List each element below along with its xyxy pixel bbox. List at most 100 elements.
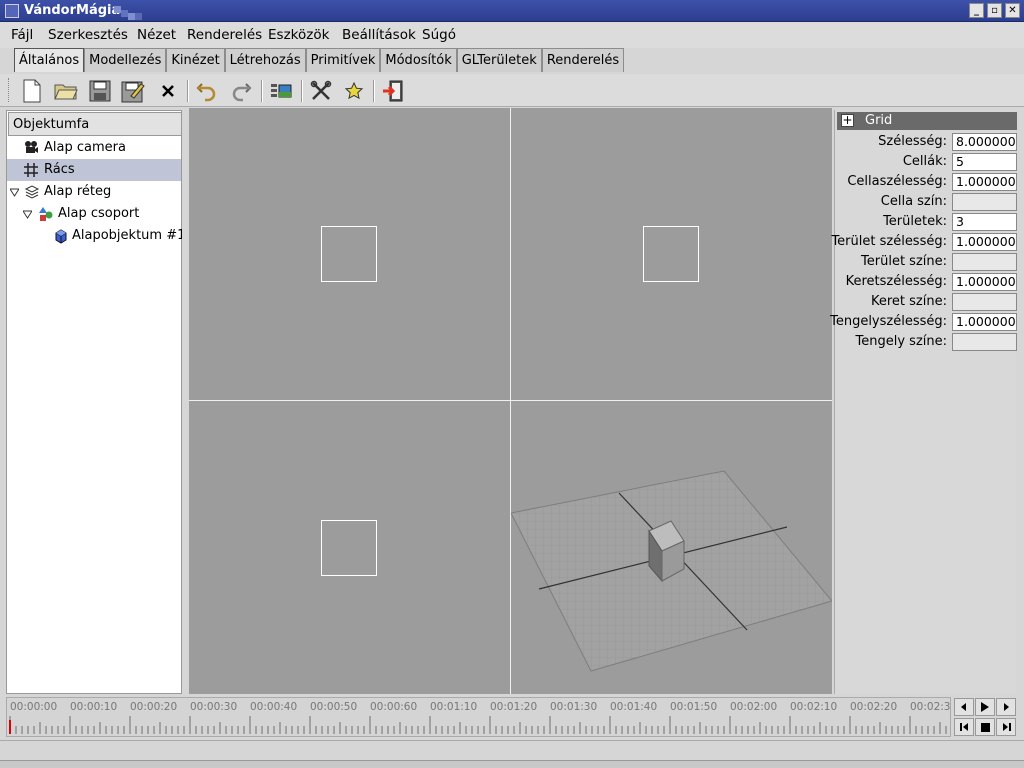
tab-general[interactable]: Általános bbox=[14, 48, 85, 72]
go-to-start-button[interactable] bbox=[954, 718, 974, 736]
skip-end-icon bbox=[1002, 723, 1011, 731]
save-as-icon bbox=[121, 81, 145, 103]
property-value[interactable]: 1.000000 bbox=[952, 173, 1017, 191]
toolbar-grip[interactable] bbox=[8, 78, 12, 102]
maximize-button[interactable]: ▫ bbox=[987, 3, 1002, 18]
save-button[interactable] bbox=[87, 78, 113, 104]
skip-start-icon bbox=[959, 723, 968, 731]
redo-button[interactable] bbox=[228, 78, 254, 104]
object-tree-panel: Objektumfa Alap camera Rács Alap réteg A… bbox=[6, 110, 185, 694]
save-icon bbox=[89, 80, 111, 102]
property-value[interactable]: 3 bbox=[952, 213, 1017, 231]
property-cell-color: Cella szín: bbox=[837, 192, 1017, 212]
timeline-playhead[interactable] bbox=[9, 720, 11, 734]
play-icon bbox=[981, 702, 989, 712]
close-button[interactable]: ✕ bbox=[1005, 3, 1020, 18]
property-label: Terület szélesség: bbox=[831, 234, 947, 249]
timeline[interactable]: 00:00:00 00:00:10 00:00:20 00:00:30 00:0… bbox=[6, 697, 951, 737]
star-icon bbox=[345, 82, 363, 100]
tab-rendering[interactable]: Renderelés bbox=[541, 48, 625, 72]
property-value[interactable]: 1.000000 bbox=[952, 313, 1017, 331]
tree-item-label: Alap csoport bbox=[58, 206, 140, 221]
property-axis-color: Tengely színe: bbox=[837, 332, 1017, 352]
go-to-end-button[interactable] bbox=[996, 718, 1016, 736]
stop-button[interactable] bbox=[975, 718, 995, 736]
title-bar: VándorMágia _ ▫ ✕ bbox=[0, 0, 1024, 22]
tab-create[interactable]: Létrehozás bbox=[224, 48, 306, 72]
stop-icon bbox=[980, 722, 990, 732]
open-button[interactable] bbox=[53, 78, 79, 104]
menu-tools[interactable]: Eszközök bbox=[268, 27, 329, 43]
step-forward-button[interactable] bbox=[996, 698, 1016, 716]
timeline-label: 00:02:30 bbox=[910, 701, 951, 713]
render-preview-button[interactable] bbox=[268, 78, 294, 104]
menu-edit[interactable]: Szerkesztés bbox=[48, 27, 128, 43]
timeline-label: 00:01:40 bbox=[610, 701, 658, 713]
color-swatch[interactable] bbox=[952, 253, 1017, 271]
timeline-label: 00:00:60 bbox=[370, 701, 418, 713]
property-value[interactable]: 8.000000 bbox=[952, 133, 1017, 151]
step-forward-icon bbox=[1004, 703, 1009, 711]
menu-render[interactable]: Renderelés bbox=[187, 27, 262, 43]
tab-appearance[interactable]: Kinézet bbox=[166, 48, 225, 72]
menu-view[interactable]: Nézet bbox=[137, 27, 176, 43]
property-label: Cellaszélesség: bbox=[847, 174, 947, 189]
property-border-color: Keret színe: bbox=[837, 292, 1017, 312]
property-cells: Cellák: 5 bbox=[837, 152, 1017, 172]
open-folder-icon bbox=[54, 84, 78, 100]
property-value[interactable]: 1.000000 bbox=[952, 273, 1017, 291]
tab-glareas[interactable]: GLTerületek bbox=[456, 48, 542, 72]
tree-item-label: Alap réteg bbox=[44, 184, 112, 199]
timeline-label: 00:00:00 bbox=[10, 701, 58, 713]
tree-item-label: Alapobjektum #1 bbox=[72, 228, 186, 243]
expand-toggle-icon[interactable] bbox=[10, 188, 19, 197]
tab-modeling[interactable]: Modellezés bbox=[84, 48, 167, 72]
perspective-viewport[interactable] bbox=[511, 401, 832, 694]
tools-button[interactable] bbox=[308, 78, 334, 104]
undo-button[interactable] bbox=[194, 78, 220, 104]
viewport-area[interactable] bbox=[189, 108, 832, 694]
expand-toggle-icon[interactable] bbox=[23, 210, 32, 219]
menu-settings[interactable]: Beállítások bbox=[342, 27, 416, 43]
timeline-label: 00:01:50 bbox=[670, 701, 718, 713]
layer-icon bbox=[24, 185, 40, 199]
step-back-button[interactable] bbox=[954, 698, 974, 716]
property-value[interactable]: 1.000000 bbox=[952, 233, 1017, 251]
tree-item-grid[interactable]: Rács bbox=[7, 159, 181, 181]
toolbar-separator bbox=[187, 80, 189, 102]
undo-icon bbox=[196, 83, 216, 102]
property-border-width: Keretszélesség: 1.000000 bbox=[837, 272, 1017, 292]
timeline-label: 00:00:10 bbox=[70, 701, 118, 713]
color-swatch[interactable] bbox=[952, 293, 1017, 311]
new-button[interactable] bbox=[19, 78, 45, 104]
panel-splitter[interactable] bbox=[182, 108, 189, 694]
menu-file[interactable]: Fájl bbox=[11, 27, 33, 43]
tab-primitives[interactable]: Primitívek bbox=[305, 48, 381, 72]
property-value[interactable]: 5 bbox=[952, 153, 1017, 171]
tree-item-camera[interactable]: Alap camera bbox=[7, 137, 181, 159]
property-label: Keretszélesség: bbox=[845, 274, 947, 289]
grid-icon bbox=[24, 163, 38, 177]
tree-item-object[interactable]: Alapobjektum #1 bbox=[7, 225, 185, 247]
tab-modifiers[interactable]: Módosítók bbox=[380, 48, 457, 72]
redo-icon bbox=[232, 83, 252, 102]
camera-icon bbox=[25, 141, 38, 153]
exit-button[interactable] bbox=[380, 78, 406, 104]
property-axis-width: Tengelyszélesség: 1.000000 bbox=[830, 312, 1017, 332]
app-icon[interactable] bbox=[5, 4, 19, 18]
tree-item-layer[interactable]: Alap réteg bbox=[7, 181, 181, 203]
minimize-button[interactable]: _ bbox=[969, 3, 984, 18]
delete-button[interactable] bbox=[155, 78, 181, 104]
expand-plus-icon[interactable]: + bbox=[841, 114, 854, 127]
color-swatch[interactable] bbox=[952, 193, 1017, 211]
save-as-button[interactable] bbox=[120, 78, 146, 104]
menu-help[interactable]: Súgó bbox=[422, 27, 456, 43]
favorite-button[interactable] bbox=[341, 78, 367, 104]
play-button[interactable] bbox=[975, 698, 995, 716]
toolbar-separator bbox=[301, 80, 303, 102]
properties-section-header[interactable]: + Grid bbox=[837, 112, 1017, 130]
viewport-side-object bbox=[321, 520, 377, 576]
timeline-label: 00:01:20 bbox=[490, 701, 538, 713]
color-swatch[interactable] bbox=[952, 333, 1017, 351]
tree-item-group[interactable]: Alap csoport bbox=[7, 203, 181, 225]
